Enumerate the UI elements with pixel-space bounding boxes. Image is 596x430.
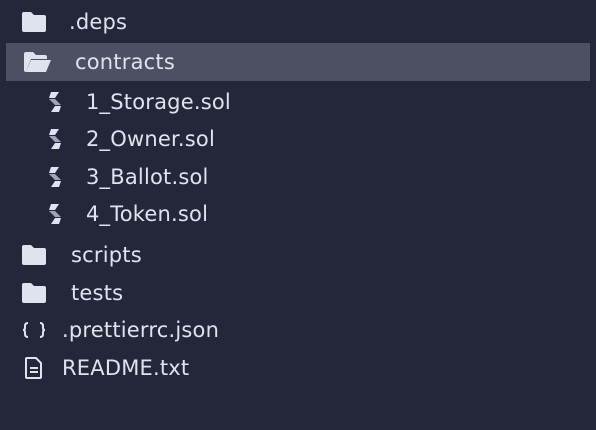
tree-item-file[interactable]: 1_Storage.sol (0, 83, 596, 121)
tree-item-label: 4_Token.sol (86, 202, 209, 226)
tree-item-deps-folder[interactable]: .deps (0, 3, 596, 41)
file-explorer: .deps contracts 1_Storage.sol 2_Owner.so… (0, 0, 596, 430)
folder-icon (21, 243, 47, 267)
folder-icon (21, 281, 47, 305)
tree-item-file[interactable]: 2_Owner.sol (0, 120, 596, 158)
tree-item-contracts-folder[interactable]: contracts (6, 43, 590, 81)
folder-icon (21, 10, 47, 34)
solidity-icon (47, 202, 63, 226)
tree-item-label: README.txt (62, 356, 190, 380)
text-file-icon (24, 356, 44, 380)
folder-open-icon (23, 50, 53, 74)
tree-item-file[interactable]: README.txt (0, 349, 596, 387)
tree-item-label: 2_Owner.sol (86, 127, 215, 151)
tree-item-file[interactable]: 4_Token.sol (0, 195, 596, 233)
tree-item-label: .deps (69, 10, 128, 34)
tree-item-label: tests (71, 281, 124, 305)
tree-item-label: .prettierrc.json (62, 318, 220, 342)
tree-item-label: scripts (71, 243, 142, 267)
tree-item-label: 1_Storage.sol (86, 90, 231, 114)
json-braces-icon (21, 320, 47, 340)
tree-item-label: contracts (75, 50, 175, 74)
tree-item-file[interactable]: 3_Ballot.sol (0, 158, 596, 196)
solidity-icon (47, 90, 63, 114)
tree-item-tests-folder[interactable]: tests (0, 274, 596, 312)
solidity-icon (47, 165, 63, 189)
solidity-icon (47, 127, 63, 151)
tree-item-label: 3_Ballot.sol (86, 165, 209, 189)
tree-item-file[interactable]: .prettierrc.json (0, 311, 596, 349)
tree-item-scripts-folder[interactable]: scripts (0, 236, 596, 274)
